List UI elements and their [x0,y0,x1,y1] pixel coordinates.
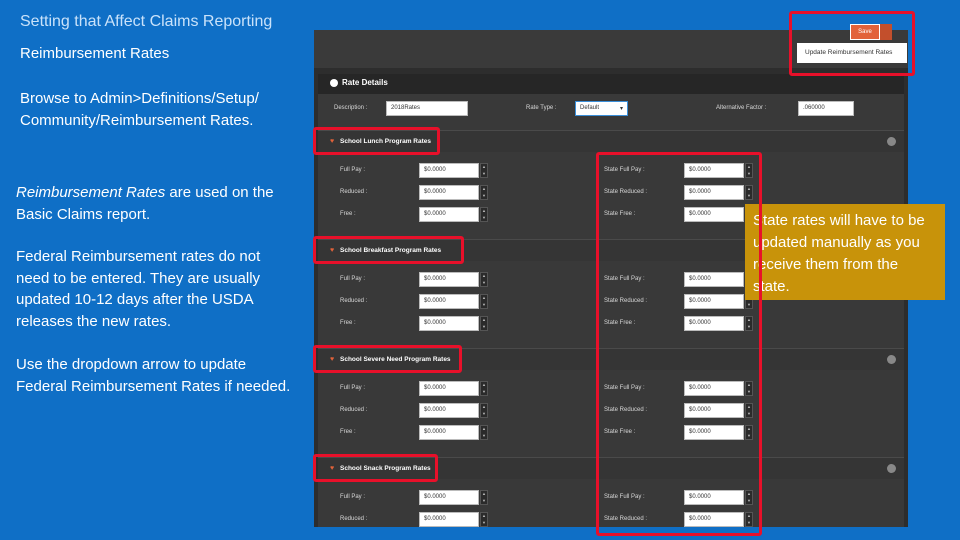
rate-input[interactable]: $0.0000 [419,403,479,418]
rate-stepper[interactable] [480,403,488,418]
rate-input[interactable]: $0.0000 [419,163,479,178]
rate-label: Free : [340,211,356,217]
highlight-section-severe [313,345,462,373]
rate-label: Full Pay : [340,276,366,282]
rate-label: Free : [340,320,356,326]
highlight-state-rates [596,152,762,536]
rate-stepper[interactable] [480,294,488,309]
slide-subtitle: Reimbursement Rates [20,45,170,62]
rate-label: Reduced : [340,189,368,195]
highlight-save-menu [789,11,915,76]
browse-instructions: Browse to Admin>Definitions/Setup/ Commu… [20,90,259,129]
description-input[interactable]: 2018Rates [386,101,468,116]
rate-input[interactable]: $0.0000 [419,272,479,287]
usage-note-emphasis: Reimbursement Rates [16,184,166,201]
alternative-factor-label: Alternative Factor : [716,105,767,111]
slide-title: Setting that Affect Claims Reporting [20,13,273,30]
rate-stepper[interactable] [480,425,488,440]
rate-stepper[interactable] [480,185,488,200]
rate-label: Reduced : [340,298,368,304]
rate-input[interactable]: $0.0000 [419,185,479,200]
usage-note: Reimbursement Rates are used on the Basi… [16,182,296,225]
rate-stepper[interactable] [480,316,488,331]
collapse-toggle-icon[interactable] [887,137,896,146]
rate-input[interactable]: $0.0000 [419,294,479,309]
rate-label: Full Pay : [340,385,366,391]
rate-label: Full Pay : [340,167,366,173]
rate-details-header: Rate Details [318,74,904,94]
rate-input[interactable]: $0.0000 [419,512,479,527]
collapse-toggle-icon[interactable] [887,464,896,473]
rate-type-value: Default [580,105,600,111]
rate-stepper[interactable] [480,381,488,396]
rate-label: Reduced : [340,516,368,522]
federal-note: Federal Reimbursement rates do not need … [16,248,261,330]
rate-stepper[interactable] [480,272,488,287]
rate-stepper[interactable] [480,512,488,527]
rate-input[interactable]: $0.0000 [419,316,479,331]
rate-stepper[interactable] [480,163,488,178]
chevron-down-icon[interactable]: ▾ [620,105,623,112]
rate-input[interactable]: $0.0000 [419,207,479,222]
rate-input[interactable]: $0.0000 [419,490,479,505]
rate-input[interactable]: $0.0000 [419,381,479,396]
rate-type-label: Rate Type : [526,105,557,111]
rate-stepper[interactable] [480,207,488,222]
rate-input[interactable]: $0.0000 [419,425,479,440]
rate-label: Free : [340,429,356,435]
highlight-section-snack [313,454,438,482]
rate-type-select[interactable]: Default ▾ [575,101,628,116]
rate-stepper[interactable] [480,490,488,505]
description-label: Description : [334,105,368,111]
state-rates-callout: State rates will have to be updated manu… [745,204,945,300]
highlight-section-lunch [313,127,440,155]
collapse-toggle-icon[interactable] [887,355,896,364]
highlight-section-breakfast [313,236,464,264]
rate-label: Reduced : [340,407,368,413]
alternative-factor-input[interactable]: .060000 [798,101,854,116]
gear-icon [330,79,338,87]
dropdown-note: Use the dropdown arrow to update Federal… [16,356,291,395]
rate-details-title: Rate Details [342,78,388,87]
rate-label: Full Pay : [340,494,366,500]
